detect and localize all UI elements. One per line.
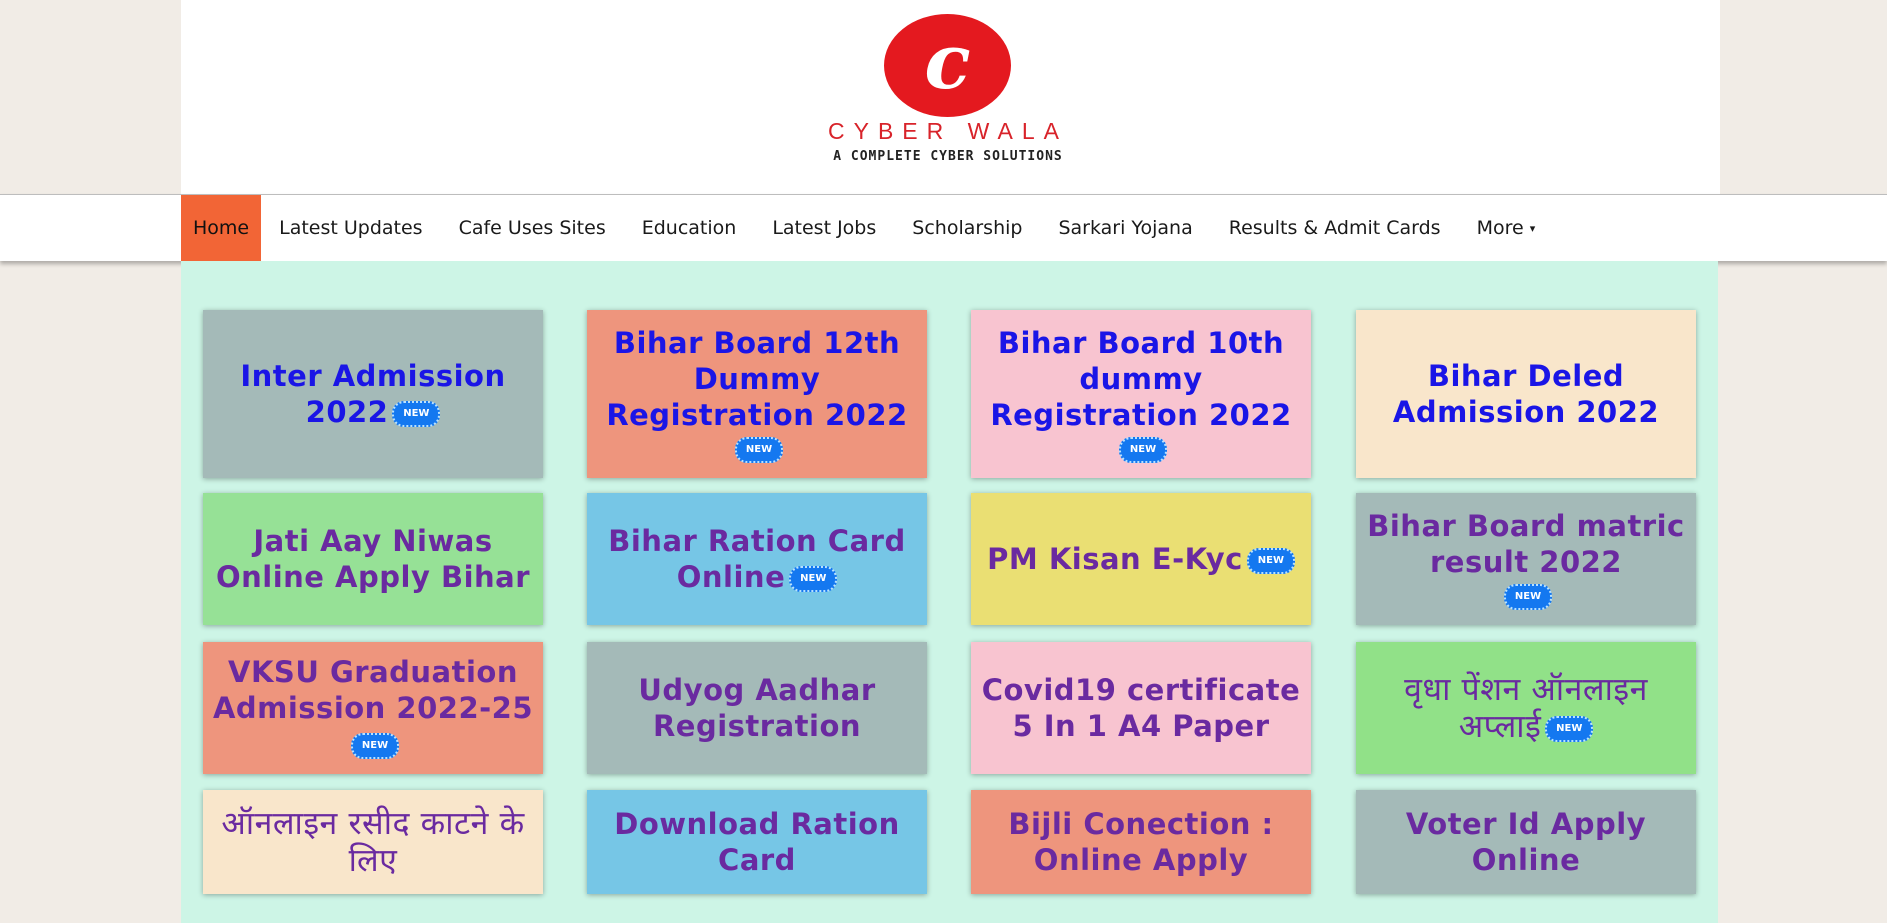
card-title: PM Kisan E-Kyc xyxy=(987,542,1243,576)
card-online-raseed[interactable]: ऑनलाइन रसीद काटने के लिए xyxy=(203,790,543,894)
logo-icon[interactable]: c xyxy=(884,14,1011,117)
card-udyog-aadhar-registration[interactable]: Udyog Aadhar Registration xyxy=(587,642,927,774)
nav-item-cafe-uses-sites[interactable]: Cafe Uses Sites xyxy=(441,195,624,261)
nav-item-latest-jobs[interactable]: Latest Jobs xyxy=(754,195,894,261)
nav-item-label: Home xyxy=(193,217,250,239)
nav-item-education[interactable]: Education xyxy=(624,195,755,261)
card-inter-admission-2022[interactable]: Inter Admission 2022 NEW xyxy=(203,310,543,478)
new-badge-icon: NEW xyxy=(789,566,838,592)
card-download-ration-card[interactable]: Download Ration Card xyxy=(587,790,927,894)
card-bihar-board-12th-dummy[interactable]: Bihar Board 12th Dummy Registration 2022… xyxy=(587,310,927,478)
caret-down-icon: ▾ xyxy=(1529,221,1536,235)
card-jati-aay-niwas[interactable]: Jati Aay Niwas Online Apply Bihar xyxy=(203,493,543,625)
new-badge-icon: NEW xyxy=(1504,584,1552,610)
new-badge-icon: NEW xyxy=(735,437,783,463)
card-title: Bihar Deled Admission 2022 xyxy=(1392,359,1660,429)
nav-item-sarkari-yojana[interactable]: Sarkari Yojana xyxy=(1040,195,1210,261)
card-grid: Inter Admission 2022 NEW Bihar Board 12th… xyxy=(181,261,1718,923)
nav-item-results-admit-cards[interactable]: Results & Admit Cards xyxy=(1211,195,1459,261)
card-vksu-graduation-admission[interactable]: VKSU Graduation Admission 2022-25 NEW xyxy=(203,642,543,774)
card-title: Download Ration Card xyxy=(614,807,900,877)
nav-item-latest-updates[interactable]: Latest Updates xyxy=(261,195,440,261)
card-title: Bijli Conection : Online Apply xyxy=(1008,807,1274,877)
card-title: ऑनलाइन रसीद काटने के लिए xyxy=(221,804,525,879)
card-title: Bihar Ration Card Online xyxy=(608,524,906,594)
card-title: Covid19 certificate 5 In 1 A4 Paper xyxy=(981,673,1301,743)
nav-item-label: Cafe Uses Sites xyxy=(458,217,606,239)
card-pm-kisan-ekyc[interactable]: PM Kisan E-Kyc NEW xyxy=(971,493,1311,625)
card-title: Voter Id Apply Online xyxy=(1405,807,1647,877)
card-title: वृधा पेंशन ऑनलाइन अप्लाई xyxy=(1404,670,1648,745)
card-covid19-certificate[interactable]: Covid19 certificate 5 In 1 A4 Paper xyxy=(971,642,1311,774)
card-title: Jati Aay Niwas Online Apply Bihar xyxy=(215,524,531,594)
nav-item-more[interactable]: More ▾ xyxy=(1459,195,1554,261)
card-title: Inter Admission 2022 xyxy=(240,359,506,429)
card-bihar-board-10th-dummy[interactable]: Bihar Board 10th dummy Registration 2022… xyxy=(971,310,1311,478)
logo-name[interactable]: CYBER WALA xyxy=(790,118,1106,145)
nav-item-label: Results & Admit Cards xyxy=(1228,217,1441,239)
card-bihar-board-matric-result[interactable]: Bihar Board matric result 2022 NEW xyxy=(1356,493,1696,625)
card-title: Bihar Board 10th dummy Registration 2022 xyxy=(990,326,1292,432)
card-voter-id-apply[interactable]: Voter Id Apply Online xyxy=(1356,790,1696,894)
new-badge-icon: NEW xyxy=(1246,548,1295,574)
page: c CYBER WALA A COMPLETE CYBER SOLUTIONS … xyxy=(0,0,1887,923)
nav-item-label: More xyxy=(1476,217,1524,239)
card-vridha-pension[interactable]: वृधा पेंशन ऑनलाइन अप्लाई NEW xyxy=(1356,642,1696,774)
new-badge-icon: NEW xyxy=(392,401,441,427)
nav-item-scholarship[interactable]: Scholarship xyxy=(894,195,1040,261)
card-title: VKSU Graduation Admission 2022-25 xyxy=(212,655,534,725)
nav-item-label: Latest Updates xyxy=(279,217,423,239)
card-bihar-deled-admission[interactable]: Bihar Deled Admission 2022 xyxy=(1356,310,1696,478)
nav-item-home[interactable]: Home xyxy=(181,195,262,261)
card-title: Bihar Board 12th Dummy Registration 2022 xyxy=(606,326,908,432)
nav-item-label: Sarkari Yojana xyxy=(1058,217,1193,239)
card-bijli-connection[interactable]: Bijli Conection : Online Apply xyxy=(971,790,1311,894)
new-badge-icon: NEW xyxy=(1119,437,1167,463)
nav-menu: Home Latest Updates Cafe Uses Sites Educ… xyxy=(181,195,1553,261)
new-badge-icon: NEW xyxy=(351,733,399,759)
nav-item-label: Scholarship xyxy=(912,217,1023,239)
nav-item-label: Latest Jobs xyxy=(772,217,877,239)
card-title: Udyog Aadhar Registration xyxy=(638,673,876,743)
new-badge-icon: NEW xyxy=(1545,716,1594,742)
nav-item-label: Education xyxy=(641,217,737,239)
card-title: Bihar Board matric result 2022 xyxy=(1367,509,1685,579)
main-navbar: Home Latest Updates Cafe Uses Sites Educ… xyxy=(0,194,1887,261)
card-bihar-ration-card-online[interactable]: Bihar Ration Card Online NEW xyxy=(587,493,927,625)
logo-tagline: A COMPLETE CYBER SOLUTIONS xyxy=(833,149,1063,164)
